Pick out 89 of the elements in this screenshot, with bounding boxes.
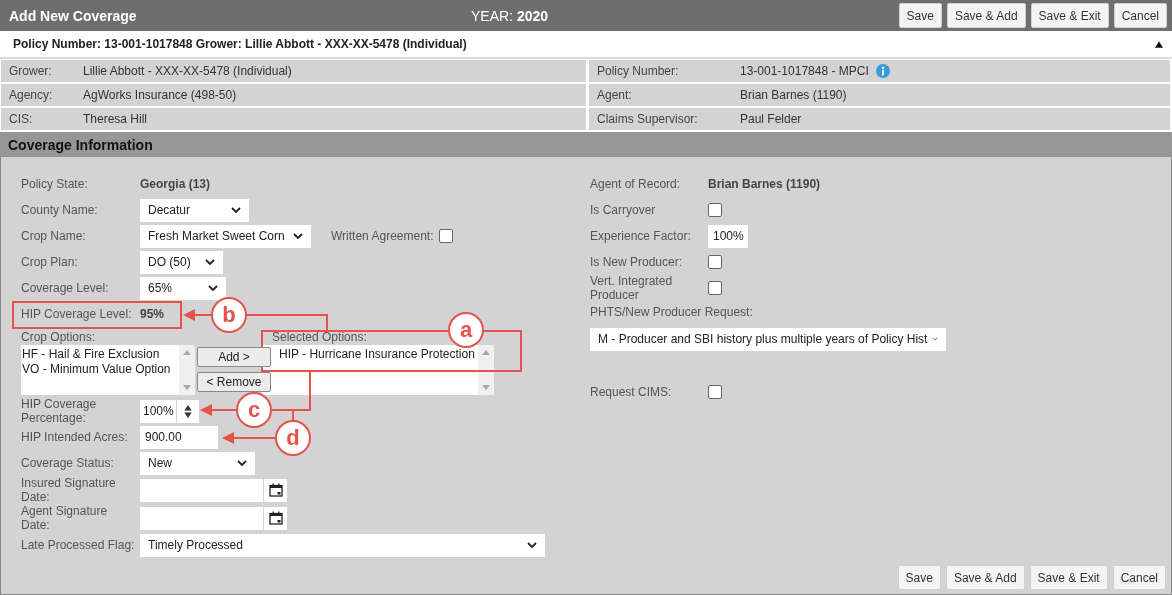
field-label: Insured Signature Date: [21,476,117,504]
toolbar-button[interactable]: Save & Add [946,3,1026,28]
info-value: Brian Barnes (1190) [740,88,847,102]
add-button[interactable]: Add > [197,347,271,367]
field-label: Is Carryover [590,203,657,217]
list-item[interactable]: HF - Hail & Fire Exclusion [22,347,179,362]
window-title: Add New Coverage [9,7,138,24]
arrow [183,309,213,321]
field-label: Request CIMS: [590,385,673,399]
arrow [222,432,277,444]
info-label: Agent: [597,88,633,102]
selected-listbox[interactable]: HIP - Hurricane Insurance Protection [262,345,494,395]
info-value: Theresa Hill [83,112,148,126]
toolbar-button[interactable]: Save [898,3,942,28]
options-listbox[interactable]: HF - Hail & Fire Exclusion VO - Minimum Value Option [21,345,195,395]
info-icon[interactable] [875,64,890,78]
dropdown[interactable]: New [140,451,255,475]
dropdown[interactable]: Timely Processed [140,533,545,557]
date-field[interactable] [140,478,263,502]
calendar-button[interactable] [264,478,287,502]
field-label: Agent of Record: [590,177,682,191]
footer-button[interactable]: Save [897,565,941,590]
field-label: Experience Factor: [590,229,692,243]
checkbox[interactable] [708,281,722,295]
callout-badge: d [275,420,311,456]
field-label: Agent Signature Date: [21,504,109,532]
field-label: Crop Name: [21,229,87,243]
dropdown[interactable]: Decatur [140,198,249,222]
field-label: Coverage Level: [21,281,110,295]
calendar-icon[interactable] [268,483,283,497]
calendar-icon[interactable] [268,511,283,525]
checkbox[interactable] [438,229,453,243]
field-label: Written Agreement: [331,229,434,243]
year-label: YEAR: 2020 [471,7,549,24]
callout-badge: b [211,297,247,333]
field-label: Late Processed Flag: [21,538,136,552]
field-label: HIP Intended Acres: [21,430,129,444]
connector-line [270,370,311,422]
field-label: Is New Producer: [590,255,684,269]
list-item[interactable]: HIP - Hurricane Insurance Protection [279,347,478,362]
info-label: CIS: [9,112,34,126]
info-label: Grower: [9,64,53,78]
arrow [200,404,238,416]
toolbar-button[interactable]: Cancel [1113,3,1167,28]
dropdown[interactable]: DO (50) [140,250,223,274]
info-value: AgWorks Insurance (498-50) [83,88,237,102]
info-label: Policy Number: [597,64,680,78]
field-label: HIP Coverage Level: [21,307,133,321]
info-value: Paul Felder [740,112,802,126]
footer-button[interactable]: Save & Add [945,565,1025,590]
remove-button[interactable]: < Remove [197,372,271,392]
collapse-icon[interactable] [1155,40,1163,48]
field-value: Georgia (13) [140,177,211,191]
toolbar-button[interactable]: Save & Exit [1030,3,1109,28]
field-label: Vert. Integrated Producer [590,274,674,302]
field-value: Brian Barnes (1190) [708,177,821,191]
input-field[interactable]: 900.00 [140,425,218,449]
calendar-button[interactable] [264,506,287,530]
field-value: 95% [140,307,165,321]
field-label: PHTS/New Producer Request: [590,305,753,319]
info-label: Claims Supervisor: [597,112,699,126]
info-label: Agency: [9,88,54,102]
list-item[interactable]: VO - Minimum Value Option [22,362,179,377]
field-label: County Name: [21,203,99,217]
field-label: Crop Options: [21,330,96,344]
footer-button[interactable]: Save & Exit [1029,565,1108,590]
input-field[interactable]: 100% [140,399,176,423]
input-field[interactable]: 100% [708,224,748,248]
field-label: Coverage Status: [21,456,115,470]
field-label: HIP Coverage Percentage: [21,397,98,425]
field-label: Policy State: [21,177,89,191]
callout-badge: a [448,312,484,348]
checkbox[interactable] [708,385,722,399]
spinner-icon[interactable] [184,404,192,418]
policy-summary: Policy Number: 13-001-1017848 Grower: Lillie Abbott - XXX-XX-5478 (Individual) [13,37,467,51]
info-value: Lillie Abbott - XXX-XX-5478 (Individual) [83,64,292,78]
field-label: Crop Plan: [21,255,79,269]
dropdown[interactable]: 65% [140,276,226,300]
date-field[interactable] [140,506,263,530]
checkbox[interactable] [708,203,722,217]
section-title: Coverage Information [8,136,153,153]
dropdown[interactable]: M - Producer and SBI history plus multiple years of Policy Hist [590,327,946,351]
field-label: Selected Options: [271,330,367,344]
checkbox[interactable] [708,255,722,269]
spinner-button[interactable] [177,399,199,423]
info-value: 13-001-1017848 - MPCI [740,64,869,78]
footer-button[interactable]: Cancel [1112,565,1166,590]
callout-badge: c [236,392,272,428]
dropdown[interactable]: Fresh Market Sweet Corn [140,224,311,248]
